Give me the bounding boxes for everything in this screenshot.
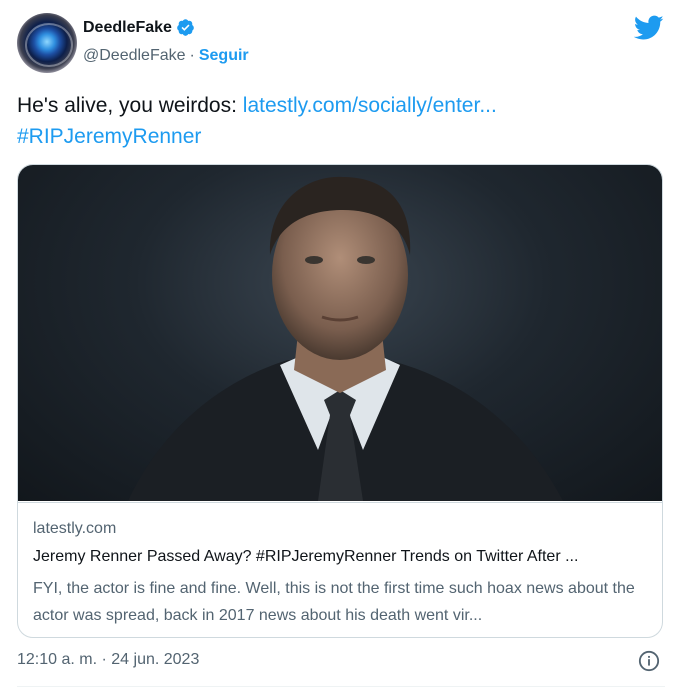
tweet-link[interactable]: latestly.com/socially/enter... (243, 94, 497, 117)
embedded-tweet: DeedleFake @DeedleFake · Seguir He's ali… (0, 0, 682, 695)
follow-button[interactable]: Seguir (199, 47, 249, 65)
author-handle[interactable]: @DeedleFake (83, 47, 186, 65)
handle-row: @DeedleFake · Seguir (83, 47, 249, 65)
divider (17, 686, 665, 687)
author-name-row: DeedleFake (83, 18, 195, 37)
card-domain: latestly.com (33, 520, 117, 537)
tweet-body: He's alive, you weirdos: (17, 94, 243, 117)
link-preview-card[interactable]: latestly.com Jeremy Renner Passed Away? … (17, 164, 663, 638)
tweet-hashtag[interactable]: #RIPJeremyRenner (17, 125, 201, 148)
verified-badge-icon (177, 19, 194, 36)
separator-dot: · (189, 47, 195, 64)
display-name[interactable]: DeedleFake (83, 19, 172, 37)
avatar[interactable] (17, 13, 77, 73)
tweet-timestamp[interactable]: 12:10 a. m. · 24 jun. 2023 (17, 651, 199, 669)
twitter-bird-icon[interactable] (634, 15, 664, 41)
card-photo (128, 176, 563, 501)
card-image[interactable] (18, 165, 662, 501)
info-icon[interactable] (638, 650, 660, 672)
card-description: FYI, the actor is fine and fine. Well, t… (33, 580, 635, 624)
card-title[interactable]: Jeremy Renner Passed Away? #RIPJeremyRen… (33, 548, 653, 566)
card-meta[interactable]: latestly.com Jeremy Renner Passed Away? … (18, 502, 662, 637)
tweet-text: He's alive, you weirdos: latestly.com/so… (17, 90, 667, 152)
